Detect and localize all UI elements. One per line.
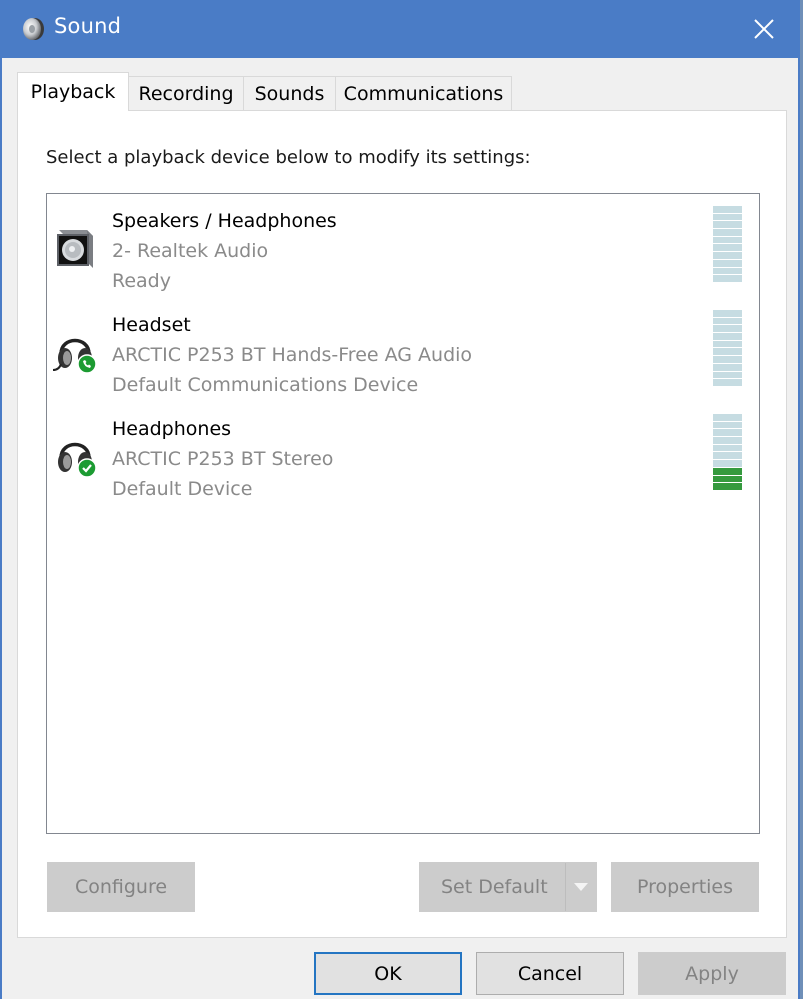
meter-segment — [713, 414, 742, 421]
meter-segment — [713, 236, 742, 244]
device-status: Ready — [112, 270, 171, 292]
check-badge-icon — [77, 458, 97, 478]
volume-meter — [713, 206, 742, 282]
meter-segment-active — [713, 475, 742, 483]
meter-segment — [713, 267, 742, 275]
meter-segment — [713, 310, 742, 317]
meter-segment — [713, 363, 742, 371]
meter-segment — [713, 259, 742, 267]
device-list[interactable]: Speakers / Headphones 2- Realtek Audio R… — [46, 193, 760, 834]
device-status: Default Communications Device — [112, 374, 419, 396]
meter-segment — [713, 437, 742, 444]
device-status: Default Device — [112, 478, 253, 500]
device-item-speakers[interactable]: Speakers / Headphones 2- Realtek Audio R… — [47, 194, 759, 294]
meter-segment — [713, 379, 742, 386]
device-item-headphones[interactable]: Headphones ARCTIC P253 BT Stereo Default… — [47, 402, 759, 502]
device-item-headset[interactable]: Headset ARCTIC P253 BT Hands-Free AG Aud… — [47, 298, 759, 398]
meter-segment — [713, 429, 742, 437]
meter-segment — [713, 206, 742, 213]
title-bar[interactable]: Sound — [2, 0, 798, 58]
tab-playback[interactable]: Playback — [17, 72, 129, 111]
tab-sounds[interactable]: Sounds — [243, 76, 336, 110]
meter-segment — [713, 229, 742, 236]
meter-segment — [713, 371, 742, 379]
apply-button[interactable]: Apply — [638, 952, 786, 995]
meter-segment — [713, 421, 742, 429]
meter-segment — [713, 244, 742, 252]
set-default-button[interactable]: Set Default — [419, 862, 597, 912]
meter-segment — [713, 325, 742, 333]
sound-dialog: Sound Playback Recording Sounds Communic… — [0, 0, 800, 999]
meter-segment-active — [713, 467, 742, 475]
meter-segment — [713, 460, 742, 467]
meter-segment — [713, 275, 742, 282]
ok-button[interactable]: OK — [314, 952, 462, 995]
speaker-icon — [23, 18, 44, 40]
device-name: Headphones — [112, 418, 232, 440]
device-driver: 2- Realtek Audio — [112, 240, 269, 262]
meter-segment — [713, 333, 742, 340]
tab-communications[interactable]: Communications — [335, 76, 512, 110]
tab-recording[interactable]: Recording — [128, 76, 244, 110]
meter-segment — [713, 221, 742, 229]
headphones-icon — [58, 442, 97, 478]
meter-segment — [713, 340, 742, 348]
cancel-button[interactable]: Cancel — [476, 952, 624, 995]
set-default-label: Set Default — [441, 876, 548, 898]
device-driver: ARCTIC P253 BT Hands-Free AG Audio — [112, 344, 473, 366]
window-title: Sound — [54, 14, 122, 38]
volume-meter — [713, 414, 742, 490]
speaker-box-icon — [57, 230, 93, 268]
meter-segment — [713, 317, 742, 325]
properties-button[interactable]: Properties — [611, 862, 759, 912]
meter-segment — [713, 348, 742, 356]
meter-segment — [713, 452, 742, 460]
meter-segment — [713, 444, 742, 452]
meter-segment — [713, 213, 742, 221]
device-name: Speakers / Headphones — [112, 210, 337, 232]
meter-segment — [713, 356, 742, 363]
set-default-dropdown[interactable] — [565, 863, 596, 911]
close-icon — [754, 19, 774, 39]
close-button[interactable] — [742, 8, 786, 50]
meter-segment — [713, 252, 742, 259]
chevron-down-icon — [574, 883, 588, 891]
device-name: Headset — [112, 314, 191, 336]
playback-panel: Select a playback device below to modify… — [17, 110, 787, 938]
device-driver: ARCTIC P253 BT Stereo — [112, 448, 334, 470]
volume-meter — [713, 310, 742, 386]
phone-badge-icon — [77, 354, 97, 374]
meter-segment-active — [713, 483, 742, 490]
instruction-text: Select a playback device below to modify… — [46, 147, 531, 168]
headset-icon — [53, 338, 97, 374]
configure-button[interactable]: Configure — [47, 862, 195, 912]
